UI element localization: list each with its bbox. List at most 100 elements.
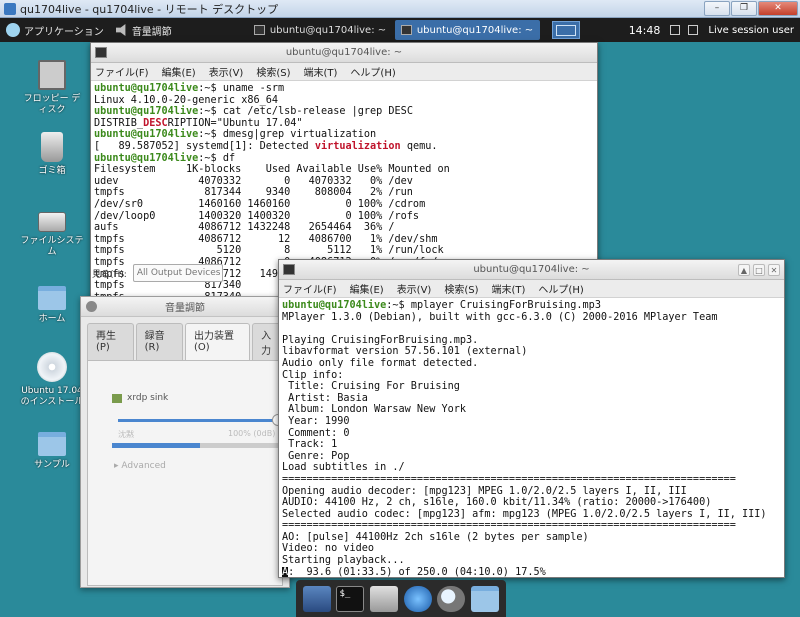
- top-panel: アプリケーション 音量調節 ubuntu@qu1704live: ~ ubunt…: [0, 18, 800, 42]
- see-by-dropdown[interactable]: All Output Devices: [132, 264, 223, 282]
- desktop-icon-floppy[interactable]: フロッピー ディスク: [20, 60, 84, 116]
- sink-row: xrdp sink: [112, 393, 168, 403]
- floppy-icon: [38, 60, 66, 90]
- terminal-line: Artist: Basia: [282, 392, 368, 404]
- menu-view[interactable]: 表示(V): [397, 281, 432, 296]
- terminal-launcher-icon[interactable]: $_: [336, 585, 365, 612]
- menu-help[interactable]: ヘルプ(H): [538, 281, 583, 296]
- terminal-window-2[interactable]: ubuntu@qu1704live: ~ ▲ □ ✕ ファイル(F) 編集(E)…: [278, 259, 785, 578]
- output-text: qemu.: [400, 140, 438, 152]
- sound-settings-window[interactable]: 音量調節 再生(P) 録音(R) 出力装置(O) 入力 xrdp sink 沈黙…: [80, 296, 290, 588]
- desktop-icon-trash[interactable]: ゴミ箱: [20, 132, 84, 177]
- file-manager-icon[interactable]: [370, 585, 399, 612]
- taskbar-item-label: ubuntu@qu1704live: ~: [269, 24, 387, 36]
- volume-slider[interactable]: [118, 414, 288, 426]
- terminal-line: ubuntu@qu1704live:~$ uname -srm: [94, 83, 594, 95]
- folder-icon[interactable]: [471, 585, 500, 612]
- command-text: :~$ dmesg|grep virtualization: [198, 129, 377, 141]
- terminal-icon: [400, 25, 412, 35]
- trash-icon: [41, 132, 63, 162]
- network-icon[interactable]: [670, 25, 681, 35]
- clock[interactable]: 14:48: [623, 24, 667, 37]
- desktop-icon-label: サンプル: [34, 460, 70, 470]
- menu-file[interactable]: ファイル(F): [95, 64, 149, 79]
- close-button[interactable]: ✕: [758, 1, 798, 16]
- prompt: ubuntu@qu1704live: [94, 152, 199, 164]
- search-icon[interactable]: [437, 585, 466, 612]
- close-button[interactable]: ✕: [768, 264, 780, 276]
- terminal-line: Filesystem 1K-blocks Used Available Use%…: [94, 164, 450, 176]
- web-browser-icon[interactable]: [403, 585, 432, 612]
- user-menu[interactable]: Live session user: [702, 25, 800, 36]
- terminal-output[interactable]: ubuntu@qu1704live:~$ mplayer CruisingFor…: [279, 298, 784, 578]
- window-title: ubuntu@qu1704live: ~: [473, 264, 590, 275]
- desktop-icon-samples[interactable]: サンプル: [20, 428, 84, 471]
- menu-search[interactable]: 検索(S): [256, 64, 290, 79]
- mplayer-output: MPlayer 1.3.0 (Debian), built with gcc-6…: [282, 312, 781, 567]
- minimize-button[interactable]: –: [704, 1, 730, 16]
- menu-view[interactable]: 表示(V): [209, 64, 244, 79]
- desktop-icon-label: Ubuntu 17.04 のインストール: [20, 386, 84, 407]
- taskbar-item-terminal-1[interactable]: ubuntu@qu1704live: ~: [248, 20, 393, 40]
- terminal-line: tmpfs 817344 9340 808004 2% /run: [94, 187, 413, 199]
- sink-label: xrdp sink: [127, 393, 169, 403]
- menu-terminal[interactable]: 端末(T): [304, 64, 338, 79]
- rdp-titlebar: qu1704live - qu1704live - リモート デスクトップ – …: [0, 0, 800, 18]
- see-by-label: 見る(H):: [92, 269, 127, 280]
- menu-edit[interactable]: 編集(E): [350, 281, 384, 296]
- taskbar-item-terminal-2[interactable]: ubuntu@qu1704live: ~: [394, 20, 540, 40]
- menu-edit[interactable]: 編集(E): [162, 64, 196, 79]
- desktop-icon-install[interactable]: Ubuntu 17.04 のインストール: [20, 352, 84, 408]
- menu-terminal[interactable]: 端末(T): [492, 281, 526, 296]
- window-titlebar[interactable]: ubuntu@qu1704live: ~ ▲ □ ✕: [279, 260, 784, 280]
- desktop-icon-filesystem[interactable]: ファイルシステム: [20, 206, 84, 258]
- menu-search[interactable]: 検索(S): [444, 281, 478, 296]
- maximize-button[interactable]: ❐: [731, 1, 757, 16]
- terminal-line: Starting playback...: [282, 555, 405, 567]
- minimize-button[interactable]: ▲: [738, 264, 750, 276]
- terminal-line: Audio only file format detected.: [282, 357, 479, 369]
- terminal-line: ubuntu@qu1704live:~$ cat /etc/lsb-releas…: [94, 106, 594, 118]
- power-icon[interactable]: [688, 25, 699, 35]
- terminal-line: tmpfs 4086712 12 4086700 1% /dev/shm: [94, 233, 438, 245]
- prompt: ubuntu@qu1704live: [94, 106, 199, 118]
- tab-playback[interactable]: 再生(P): [87, 323, 134, 360]
- tab-recording[interactable]: 録音(R): [135, 323, 183, 360]
- menu-bar: ファイル(F) 編集(E) 表示(V) 検索(S) 端末(T) ヘルプ(H): [279, 280, 784, 298]
- volume-launcher[interactable]: 音量調節: [110, 18, 178, 42]
- output-text: RIPTION="Ubuntu 17.04": [167, 117, 303, 129]
- see-by-row: 見る(H): All Output Devices: [92, 264, 223, 282]
- advanced-expander[interactable]: ▸ Advanced: [114, 461, 166, 471]
- maximize-button[interactable]: □: [753, 264, 765, 276]
- workspace-switcher[interactable]: [551, 21, 580, 39]
- show-desktop-icon[interactable]: [302, 585, 331, 612]
- tab-output-devices[interactable]: 出力装置(O): [185, 323, 251, 360]
- playback-status: : 93.6 (01:33.5) of 250.0 (04:10.0) 17.5…: [288, 566, 546, 578]
- desktop-icon-label: ホーム: [38, 314, 66, 324]
- terminal-line: Playing CruisingForBruising.mp3.: [282, 334, 479, 346]
- terminal-line: Linux 4.10.0-20-generic x86_64: [94, 94, 279, 106]
- playback-status-line: A: 93.6 (01:33.5) of 250.0 (04:10.0) 17.…: [282, 566, 781, 578]
- terminal-line: Album: London Warsaw New York: [282, 404, 467, 416]
- window-titlebar[interactable]: ubuntu@qu1704live: ~: [91, 43, 597, 63]
- applications-menu[interactable]: アプリケーション: [0, 18, 110, 42]
- terminal-line: Video: no video: [282, 543, 375, 555]
- prompt: ubuntu@qu1704live: [94, 83, 199, 94]
- desktop-icon-home[interactable]: ホーム: [20, 282, 84, 325]
- terminal-line: /dev/loop0 1400320 1400320 0 100% /rofs: [94, 210, 420, 222]
- terminal-line: ubuntu@qu1704live:~$ dmesg|grep virtuali…: [94, 129, 594, 141]
- command-text: :~$ mplayer CruisingForBruising.mp3: [386, 300, 601, 311]
- prompt: ubuntu@qu1704live: [282, 300, 387, 311]
- menu-help[interactable]: ヘルプ(H): [350, 64, 395, 79]
- terminal-line: Genre: Pop: [282, 450, 350, 462]
- taskbar-item-label: ubuntu@qu1704live: ~: [416, 24, 534, 36]
- sound-tabs: 再生(P) 録音(R) 出力装置(O) 入力: [81, 317, 289, 360]
- terminal-line: udev 4070332 0 4070332 0% /dev: [94, 175, 413, 187]
- window-titlebar[interactable]: 音量調節: [81, 297, 289, 317]
- menu-file[interactable]: ファイル(F): [283, 281, 337, 296]
- xfce-logo-icon: [6, 23, 20, 37]
- command-text: :~$ uname -srm: [198, 83, 285, 94]
- level-fill: [112, 443, 200, 448]
- terminal-line: tmpfs 5120 8 5112 1% /run/lock: [94, 245, 444, 257]
- volume-level-meter: [112, 443, 288, 448]
